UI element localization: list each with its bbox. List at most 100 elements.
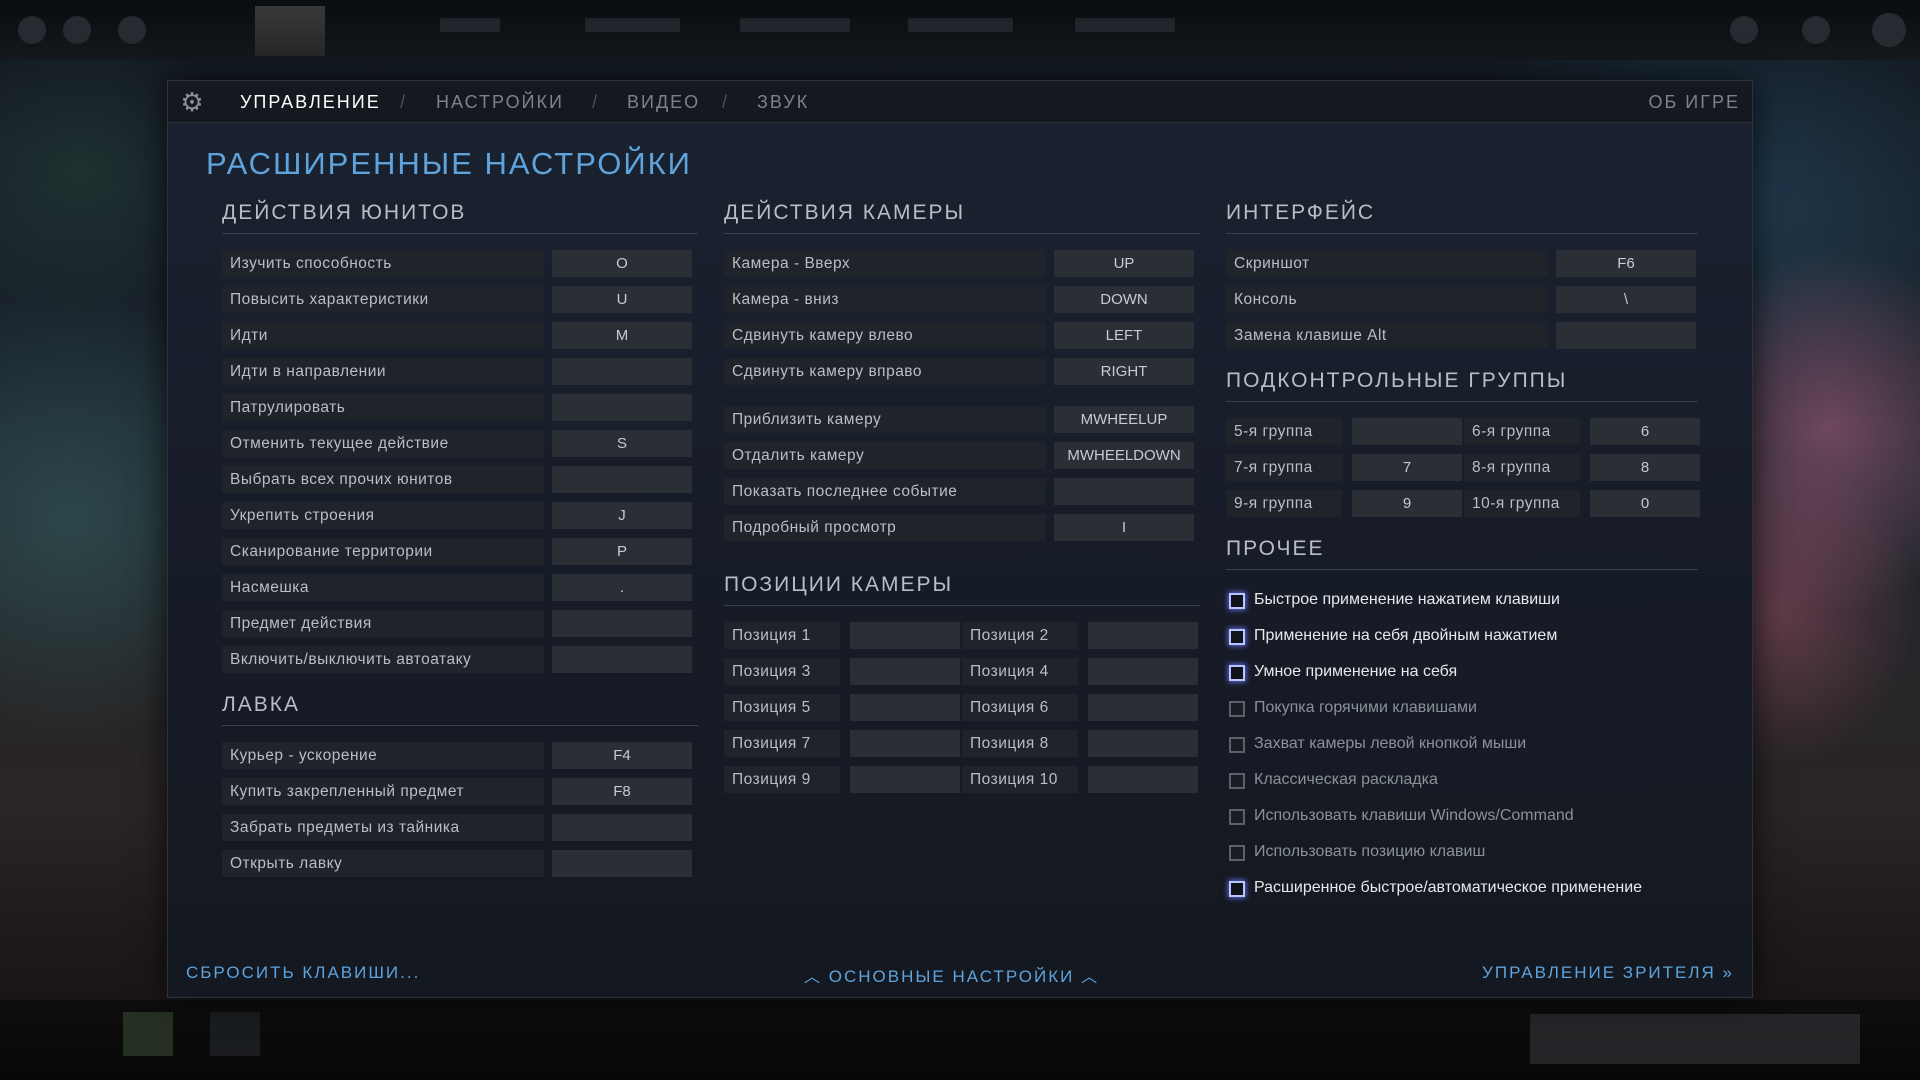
top-nav-blurred[interactable] [908,18,1013,32]
keybind-button[interactable]: 9 [1352,490,1462,517]
keybind-button[interactable] [1088,622,1198,649]
keybind-label: Консоль [1226,286,1548,313]
spectator-controls-button[interactable]: УПРАВЛЕНИЕ ЗРИТЕЛЯ » [1482,963,1734,983]
keybind-button[interactable] [850,694,960,721]
keybind-button[interactable] [552,610,692,637]
checkbox-box[interactable] [1229,665,1245,681]
keybind-button[interactable] [552,850,692,877]
menu-icon[interactable] [18,16,46,44]
keybind-button[interactable] [552,466,692,493]
basic-settings-label: ОСНОВНЫЕ НАСТРОЙКИ [828,967,1075,986]
nav-separator: / [592,92,598,112]
keybind-button[interactable] [552,394,692,421]
keybind-row: 8-я группа 8 [1464,454,1700,481]
keybind-label: Позиция 9 [724,766,840,793]
keybind-button[interactable]: F4 [552,742,692,769]
reset-keys-button[interactable]: СБРОСИТЬ КЛАВИШИ... [186,963,420,983]
gear-icon[interactable]: ⚙ [178,88,206,116]
play-button[interactable] [1530,1014,1860,1064]
chat-icon[interactable] [1730,16,1758,44]
keybind-row: Сканирование территории P [222,538,692,565]
keybind-button[interactable] [1088,766,1198,793]
keybind-button[interactable]: 6 [1590,418,1700,445]
checkbox-box[interactable] [1229,809,1245,825]
hero-portrait[interactable] [255,6,325,56]
avatar[interactable] [1872,13,1906,47]
keybind-button[interactable]: DOWN [1054,286,1194,313]
top-nav-blurred[interactable] [1075,18,1175,32]
checkbox-box[interactable] [1229,629,1245,645]
keybind-row: Подробный просмотр I [724,514,1194,541]
keybind-label: Отдалить камеру [724,442,1046,469]
keybind-button[interactable] [850,766,960,793]
keybind-button[interactable]: UP [1054,250,1194,277]
keybind-label: Изучить способность [222,250,544,277]
keybind-button[interactable]: MWHEELDOWN [1054,442,1194,469]
keybind-button[interactable]: 7 [1352,454,1462,481]
keybind-button[interactable]: O [552,250,692,277]
chevron-up-icon: ︿ [1081,969,1100,986]
party-slot[interactable] [123,1012,173,1056]
tab-controls[interactable]: УПРАВЛЕНИЕ [240,92,381,113]
keybind-button[interactable] [850,658,960,685]
checkbox-label: Быстрое применение нажатием клавиши [1254,591,1560,608]
keybind-button[interactable]: U [552,286,692,313]
checkbox-label: Расширенное быстрое/автоматическое приме… [1254,879,1643,896]
keybind-button[interactable] [1088,694,1198,721]
keybind-button[interactable] [1054,478,1194,505]
top-nav-blurred[interactable] [740,18,850,32]
keybind-row: Курьер - ускорение F4 [222,742,692,769]
keybind-button[interactable] [552,814,692,841]
keybind-button[interactable] [850,622,960,649]
keybind-button[interactable]: RIGHT [1054,358,1194,385]
keybind-label: Подробный просмотр [724,514,1046,541]
tab-about-game[interactable]: ОБ ИГРЕ [1648,92,1740,113]
keybind-label: Позиция 4 [962,658,1078,685]
keybind-label: Сканирование территории [222,538,544,565]
checkbox-box[interactable] [1229,773,1245,789]
keybind-label: Скриншот [1226,250,1548,277]
checkbox-box[interactable] [1229,737,1245,753]
checkbox-box[interactable] [1229,881,1245,897]
keybind-button[interactable] [552,358,692,385]
party-slot[interactable] [210,1012,260,1056]
keybind-button[interactable]: 8 [1590,454,1700,481]
keybind-button[interactable] [1088,730,1198,757]
top-nav-blurred[interactable] [440,18,500,32]
keybind-button[interactable]: MWHEELUP [1054,406,1194,433]
basic-settings-button[interactable]: ︿ ОСНОВНЫЕ НАСТРОЙКИ ︿ [804,963,1099,987]
keybind-button[interactable] [1556,322,1696,349]
keybind-button[interactable] [1352,418,1462,445]
settings-icon[interactable] [63,16,91,44]
keybind-button[interactable]: M [552,322,692,349]
checkbox-box[interactable] [1229,701,1245,717]
checkbox-box[interactable] [1229,593,1245,609]
game-top-bar [0,0,1920,60]
keybind-button[interactable]: S [552,430,692,457]
checkbox-box[interactable] [1229,845,1245,861]
keybind-label: Включить/выключить автоатаку [222,646,544,673]
keybind-button[interactable]: LEFT [1054,322,1194,349]
keybind-button[interactable] [552,646,692,673]
keybind-button[interactable]: 0 [1590,490,1700,517]
keybind-button[interactable] [1088,658,1198,685]
tab-video[interactable]: ВИДЕО [627,92,700,113]
keybind-row: Позиция 3 [724,658,960,685]
top-nav-blurred[interactable] [585,18,680,32]
keybind-label: 7-я группа [1226,454,1342,481]
back-icon[interactable] [118,16,146,44]
friends-icon[interactable] [1802,16,1830,44]
keybind-button[interactable]: F6 [1556,250,1696,277]
keybind-button[interactable]: . [552,574,692,601]
nav-separator: / [722,92,728,112]
keybind-button[interactable] [850,730,960,757]
tab-sound[interactable]: ЗВУК [757,92,809,113]
keybind-row: Приблизить камеру MWHEELUP [724,406,1194,433]
keybind-button[interactable]: F8 [552,778,692,805]
tab-settings[interactable]: НАСТРОЙКИ [436,92,564,113]
keybind-button[interactable]: I [1054,514,1194,541]
keybind-button[interactable]: P [552,538,692,565]
keybind-button[interactable]: J [552,502,692,529]
checkbox-label: Захват камеры левой кнопкой мыши [1254,735,1527,752]
keybind-button[interactable]: \ [1556,286,1696,313]
